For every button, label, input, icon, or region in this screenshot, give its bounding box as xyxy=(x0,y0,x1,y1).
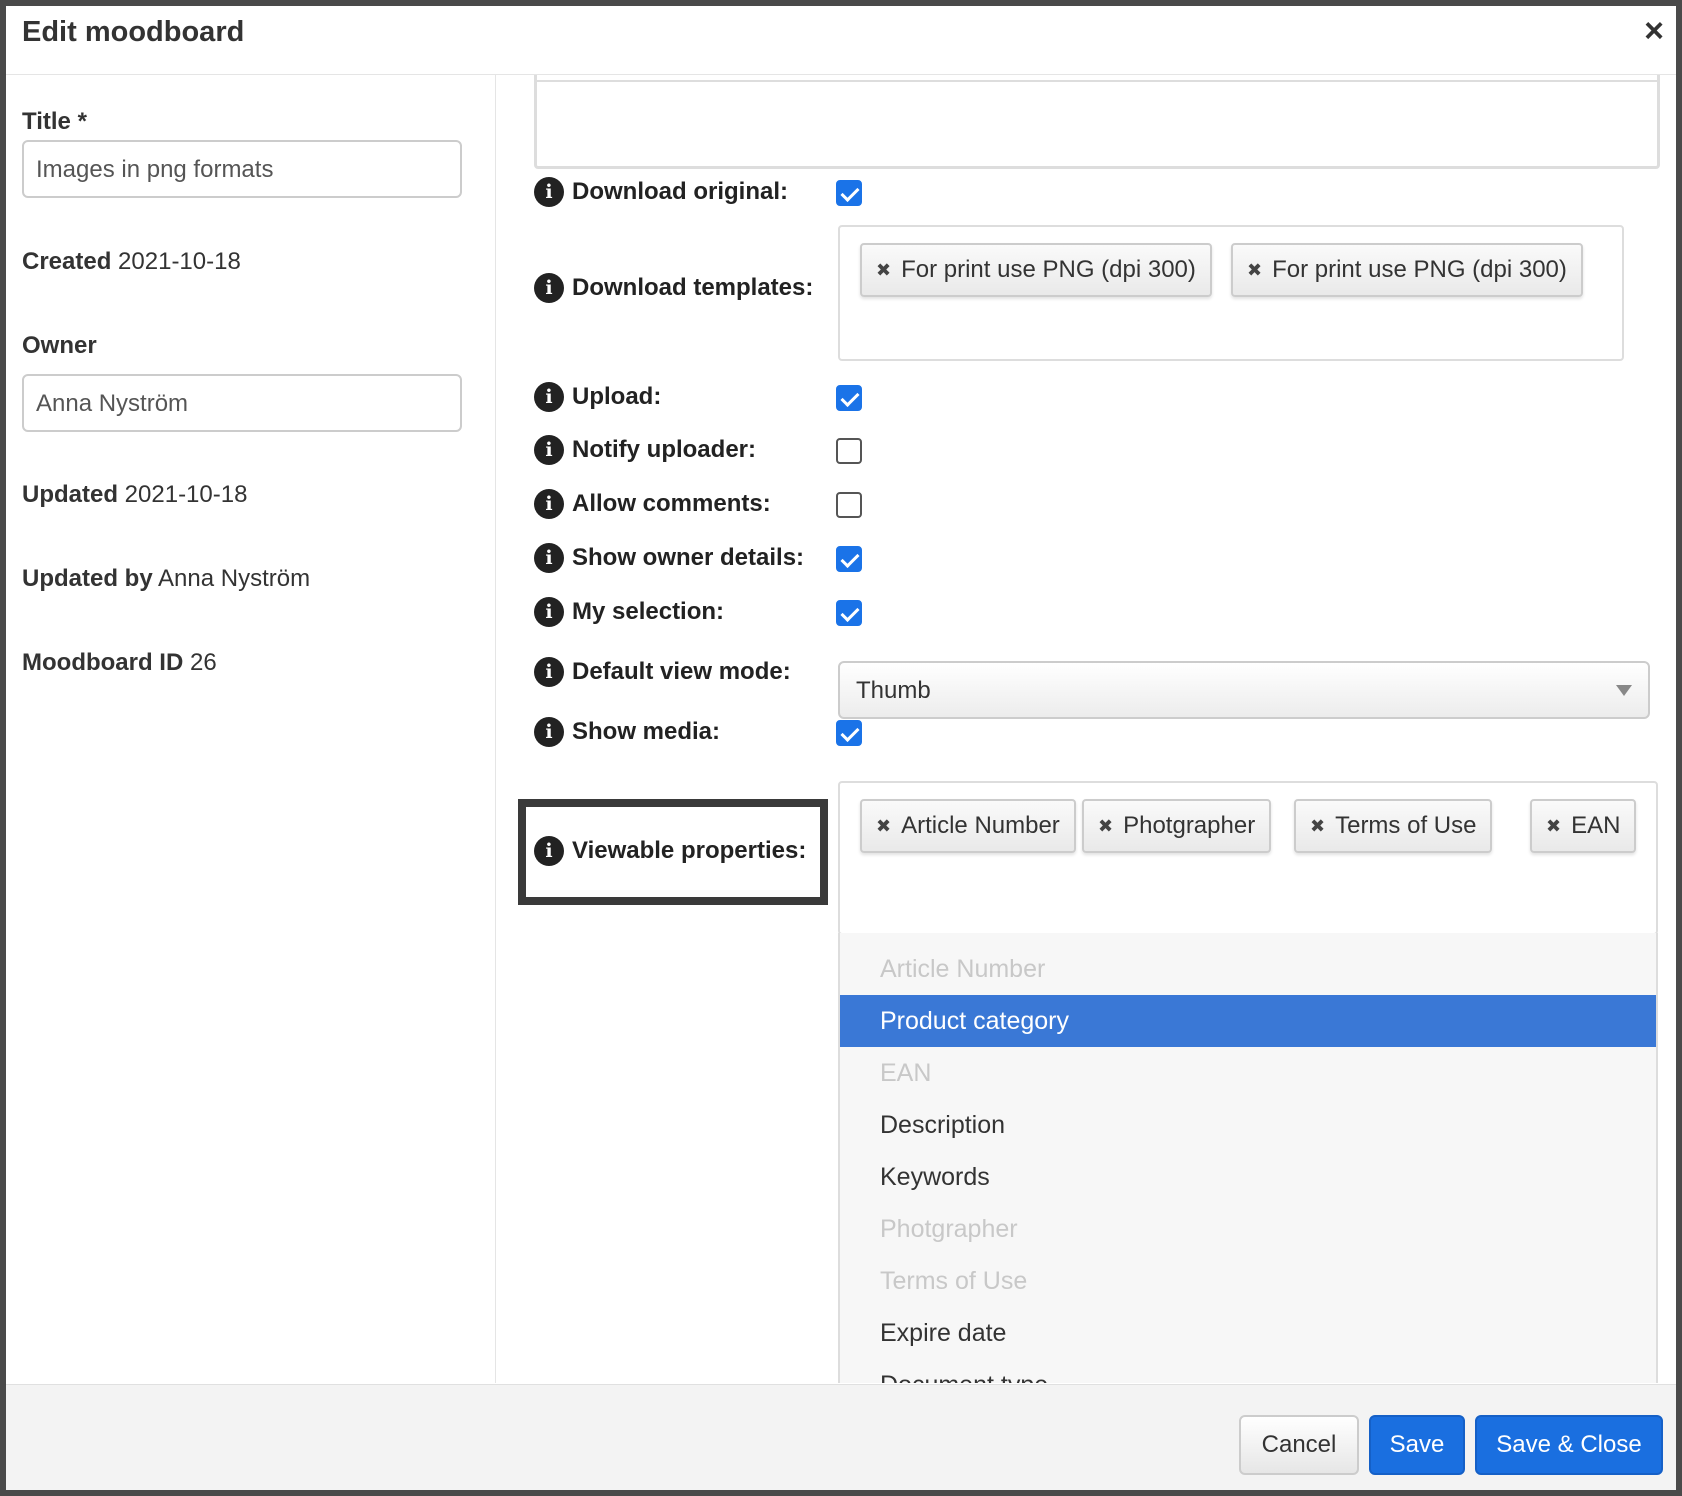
updated-value: 2021-10-18 xyxy=(124,481,248,508)
created-label: Created xyxy=(22,248,112,275)
tag-label: For print use PNG (dpi 300) xyxy=(1272,256,1567,283)
dropdown-option[interactable]: Keywords xyxy=(840,1151,1656,1203)
chevron-down-icon xyxy=(1616,685,1632,696)
moodboard-id-value: 26 xyxy=(189,649,217,676)
tag-label: Photgrapher xyxy=(1123,812,1256,839)
info-icon[interactable]: i xyxy=(534,489,564,519)
upload-row: i Upload: xyxy=(534,380,661,414)
tag-label: For print use PNG (dpi 300) xyxy=(901,256,1196,283)
default-view-mode-label: Default view mode: xyxy=(572,658,791,685)
default-view-mode-row: i Default view mode: xyxy=(534,655,791,689)
show-owner-details-checkbox[interactable] xyxy=(836,546,862,572)
show-media-checkbox[interactable] xyxy=(836,720,862,746)
show-media-row: i Show media: xyxy=(534,715,720,749)
upload-checkbox[interactable] xyxy=(836,385,862,411)
property-tag[interactable]: ✖ Terms of Use xyxy=(1294,799,1493,853)
dialog-title: Edit moodboard xyxy=(22,16,245,48)
close-icon[interactable]: × xyxy=(1644,12,1664,51)
notify-uploader-row: i Notify uploader: xyxy=(534,433,756,467)
dropdown-option[interactable]: Document type xyxy=(840,1359,1656,1383)
updated-by-info: Updated by Anna Nyström xyxy=(22,565,310,593)
property-tag[interactable]: ✖ Photgrapher xyxy=(1082,799,1272,853)
download-templates-multiselect[interactable]: ✖ For print use PNG (dpi 300) ✖ For print … xyxy=(838,225,1624,361)
property-tag[interactable]: ✖ Article Number xyxy=(860,799,1076,853)
default-view-mode-value: Thumb xyxy=(856,677,931,704)
remove-tag-icon[interactable]: ✖ xyxy=(876,816,891,837)
viewable-properties-label: Viewable properties: xyxy=(572,837,807,864)
title-label: Title * xyxy=(22,108,87,135)
remove-tag-icon[interactable]: ✖ xyxy=(1546,816,1561,837)
title-input[interactable]: Images in png formats xyxy=(22,140,462,198)
viewable-properties-dropdown: Article Number Product category EAN Desc… xyxy=(838,933,1658,1383)
upload-label: Upload: xyxy=(572,383,662,410)
info-icon[interactable]: i xyxy=(534,382,564,412)
info-icon[interactable]: i xyxy=(534,177,564,207)
dropdown-option: EAN xyxy=(880,1059,932,1087)
dialog-header: Edit moodboard × xyxy=(6,6,1676,75)
owner-input[interactable]: Anna Nyström xyxy=(22,374,462,432)
download-templates-row: i Download templates: xyxy=(534,271,813,305)
updated-info: Updated 2021-10-18 xyxy=(22,481,247,509)
tag-label: EAN xyxy=(1571,812,1621,839)
description-textarea[interactable] xyxy=(534,75,1660,169)
owner-label: Owner xyxy=(22,332,97,359)
dropdown-option[interactable]: Product category xyxy=(840,995,1656,1047)
info-icon[interactable]: i xyxy=(534,597,564,627)
dropdown-option: Article Number xyxy=(880,955,1046,983)
edit-moodboard-dialog: Edit moodboard × Title * Images in png f… xyxy=(0,0,1682,1496)
updated-by-value: Anna Nyström xyxy=(158,565,311,592)
info-icon[interactable]: i xyxy=(534,836,564,866)
remove-tag-icon[interactable]: ✖ xyxy=(876,260,891,281)
dropdown-option[interactable]: Expire date xyxy=(840,1307,1656,1359)
info-icon[interactable]: i xyxy=(534,657,564,687)
tag-label: Terms of Use xyxy=(1335,812,1477,839)
property-tag[interactable]: ✖ EAN xyxy=(1530,799,1637,853)
viewable-properties-row: i Viewable properties: xyxy=(534,834,806,868)
created-info: Created 2021-10-18 xyxy=(22,248,241,276)
default-view-mode-select[interactable]: Thumb xyxy=(838,661,1650,719)
remove-tag-icon[interactable]: ✖ xyxy=(1098,816,1113,837)
dropdown-option: Terms of Use xyxy=(880,1267,1028,1295)
download-templates-label: Download templates: xyxy=(572,274,814,301)
template-tag[interactable]: ✖ For print use PNG (dpi 300) xyxy=(1231,243,1583,297)
details-panel: Title * Images in png formats Created 20… xyxy=(6,75,496,1383)
allow-comments-row: i Allow comments: xyxy=(534,487,771,521)
info-icon[interactable]: i xyxy=(534,435,564,465)
template-tag[interactable]: ✖ For print use PNG (dpi 300) xyxy=(860,243,1212,297)
download-original-label: Download original: xyxy=(572,178,788,205)
download-original-row: i Download original: xyxy=(534,175,788,209)
info-icon[interactable]: i xyxy=(534,717,564,747)
save-close-button[interactable]: Save & Close xyxy=(1475,1415,1663,1475)
tag-label: Article Number xyxy=(901,812,1060,839)
show-media-label: Show media: xyxy=(572,718,721,745)
viewable-properties-multiselect[interactable]: ✖ Article Number ✖ Photgrapher ✖ Terms of U… xyxy=(838,781,1658,935)
download-original-checkbox[interactable] xyxy=(836,180,862,206)
created-value: 2021-10-18 xyxy=(118,248,241,275)
dropdown-option: Photgrapher xyxy=(880,1215,1018,1243)
moodboard-id-label: Moodboard ID xyxy=(22,649,184,676)
notify-uploader-checkbox[interactable] xyxy=(836,438,862,464)
notify-uploader-label: Notify uploader: xyxy=(572,436,756,463)
info-icon[interactable]: i xyxy=(534,273,564,303)
remove-tag-icon[interactable]: ✖ xyxy=(1310,816,1325,837)
dialog-footer: Cancel Save Save & Close xyxy=(6,1384,1676,1490)
info-icon[interactable]: i xyxy=(534,543,564,573)
dropdown-option[interactable]: Description xyxy=(840,1099,1656,1151)
settings-panel: i Download original: i Download template… xyxy=(496,75,1676,1383)
moodboard-id-info: Moodboard ID 26 xyxy=(22,649,217,677)
cancel-button[interactable]: Cancel xyxy=(1239,1415,1359,1475)
remove-tag-icon[interactable]: ✖ xyxy=(1247,260,1262,281)
allow-comments-label: Allow comments: xyxy=(572,490,771,517)
updated-by-label: Updated by xyxy=(22,565,153,592)
my-selection-checkbox[interactable] xyxy=(836,600,862,626)
updated-label: Updated xyxy=(22,481,118,508)
show-owner-details-row: i Show owner details: xyxy=(534,541,804,575)
save-button[interactable]: Save xyxy=(1369,1415,1465,1475)
show-owner-details-label: Show owner details: xyxy=(572,544,805,571)
allow-comments-checkbox[interactable] xyxy=(836,492,862,518)
my-selection-row: i My selection: xyxy=(534,595,724,629)
my-selection-label: My selection: xyxy=(572,598,725,625)
